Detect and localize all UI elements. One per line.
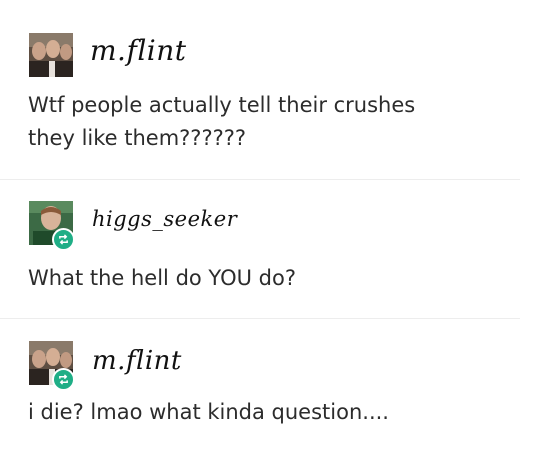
post-username[interactable]: m.flint bbox=[90, 34, 187, 67]
post-2: higgs_seeker What the hell do YOU do? bbox=[0, 180, 540, 315]
post-3: m.flint i die? lmao what kinda question.… bbox=[0, 318, 540, 457]
post-text-line: they like them?????? bbox=[28, 126, 247, 150]
post-text-line: Wtf people actually tell their crushes bbox=[28, 93, 416, 117]
post-1: m.flint Wtf people actually tell their c… bbox=[0, 0, 540, 178]
reblog-icon bbox=[52, 368, 75, 391]
post-username[interactable]: higgs_seeker bbox=[92, 207, 237, 231]
post-username[interactable]: m.flint bbox=[92, 346, 182, 376]
avatar-mflint[interactable] bbox=[29, 33, 73, 77]
post-text-line: What the hell do YOU do? bbox=[28, 266, 296, 290]
reblog-icon bbox=[52, 228, 75, 251]
avatar-photo-icon bbox=[29, 33, 73, 77]
post-text-line: i die? lmao what kinda question.... bbox=[28, 400, 389, 424]
